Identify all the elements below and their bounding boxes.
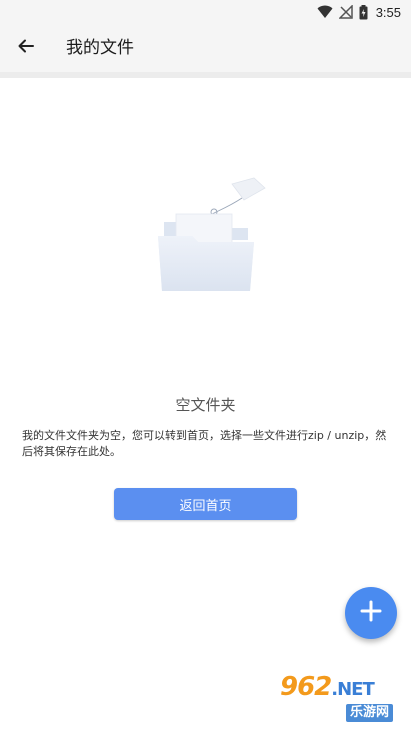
watermark-number: 962 [280,672,332,702]
app-bar-divider [0,72,411,78]
app-bar: 我的文件 [0,24,411,72]
empty-state-description: 我的文件文件夹为空，您可以转到首页，选择一些文件进行zip / unzip，然后… [22,429,387,458]
battery-charging-icon [359,4,368,20]
status-bar: 3:55 [0,0,411,24]
wifi-icon [317,5,333,19]
plus-icon [359,599,383,627]
watermark-suffix: .NET [331,679,374,700]
status-time: 3:55 [375,4,401,20]
watermark-logo: 962.NET 乐游网 [272,670,408,726]
back-button[interactable] [8,30,44,66]
empty-folder-icon [150,170,270,300]
watermark-subtitle: 乐游网 [346,704,394,722]
add-fab-button[interactable] [345,587,397,639]
signal-off-icon [338,5,353,19]
return-home-button[interactable]: 返回首页 [114,488,297,520]
arrow-left-icon [17,37,35,59]
status-icons: 3:55 [317,3,401,21]
watermark-logo-text: 962.NET [280,672,375,702]
page-title: 我的文件 [66,38,134,58]
empty-state-title: 空文件夹 [175,396,236,414]
